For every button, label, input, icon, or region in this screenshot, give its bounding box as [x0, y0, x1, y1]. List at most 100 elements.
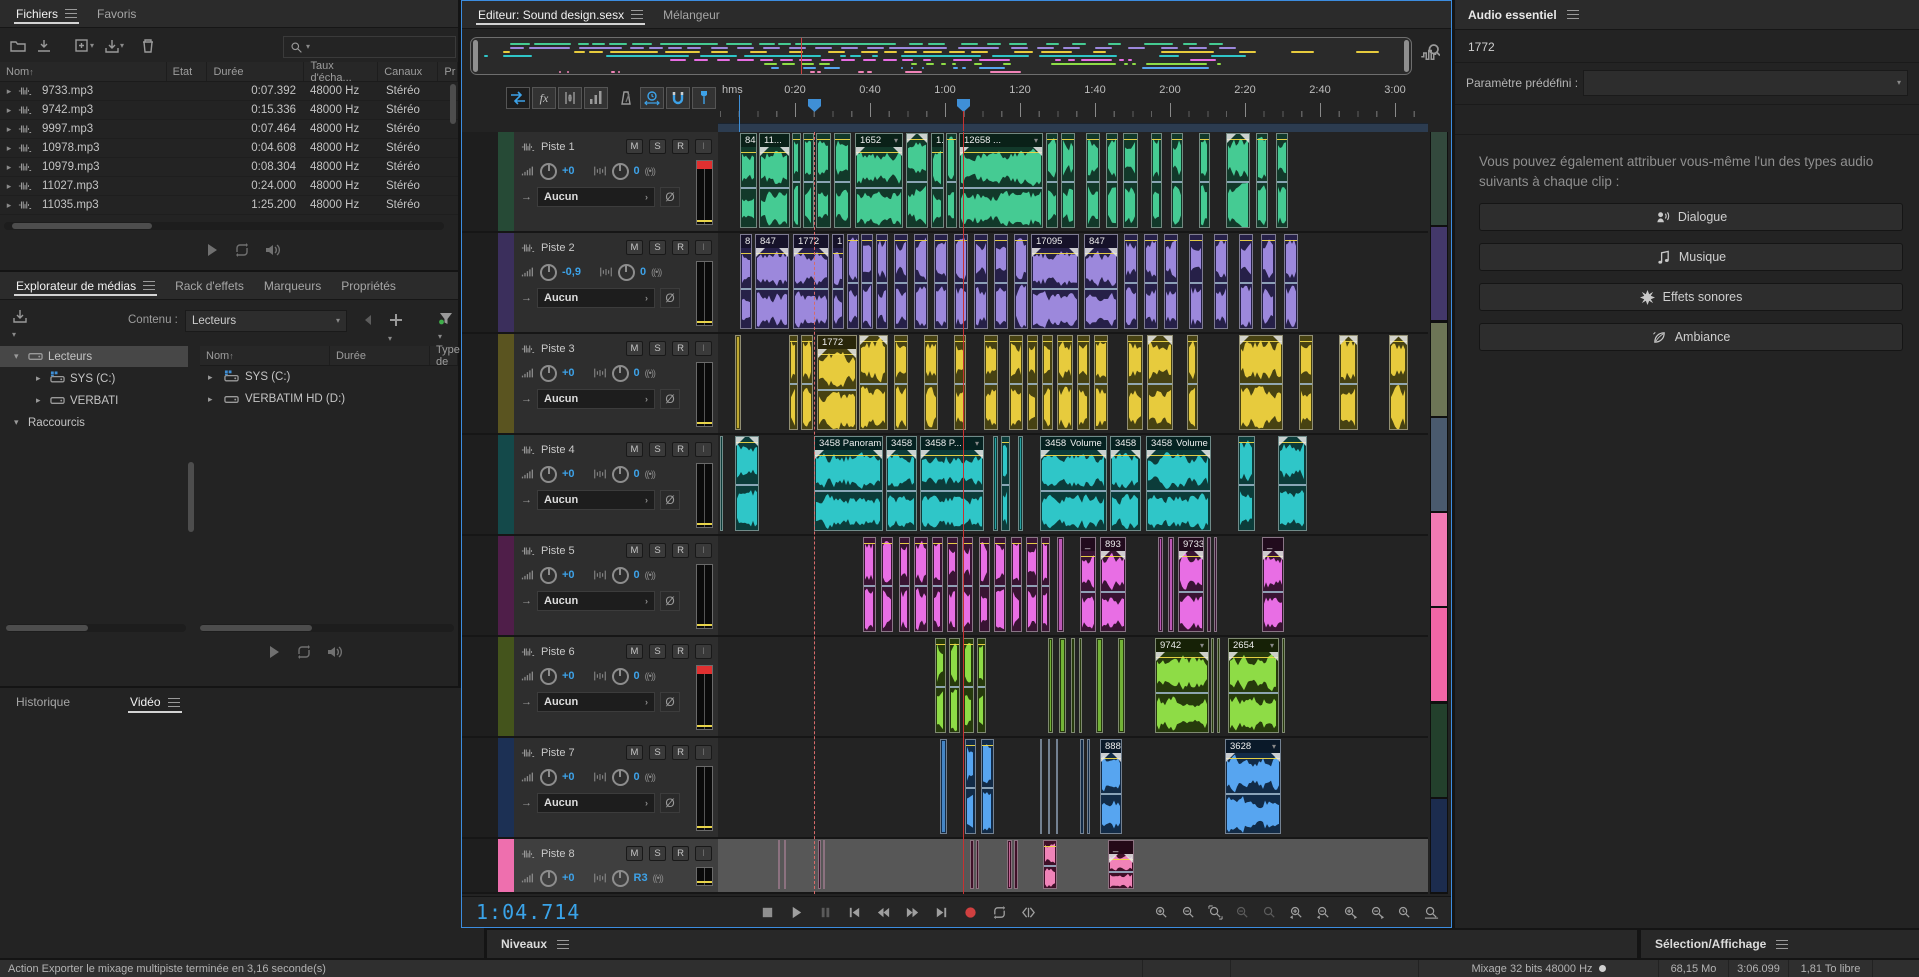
solo-button[interactable]: S [649, 139, 666, 154]
fade-in-handle[interactable] [818, 349, 827, 358]
audio-clip[interactable] [1299, 335, 1313, 430]
track-name[interactable]: Piste 5 [541, 545, 575, 557]
fade-out-handle[interactable] [907, 450, 916, 459]
audio-clip-9742[interactable]: 9742▾ [1155, 638, 1209, 733]
session-overview-navigator[interactable] [470, 37, 1412, 75]
audio-clip[interactable] [1001, 436, 1010, 531]
audio-type-effets-sonores-button[interactable]: Effets sonores [1479, 283, 1903, 311]
vscroll-segment[interactable] [1431, 799, 1447, 892]
audio-clip[interactable] [899, 537, 910, 632]
audio-clip[interactable] [823, 840, 825, 889]
column-header-dure[interactable]: Durée [330, 346, 430, 365]
fade-out-handle[interactable] [1273, 336, 1282, 345]
output-bus-select[interactable]: Aucun› [537, 490, 655, 510]
audio-clip[interactable] [1046, 133, 1058, 228]
track-lane-3[interactable]: 1772 [718, 334, 1428, 433]
audio-clip[interactable] [778, 840, 780, 889]
audio-clip[interactable] [1048, 638, 1053, 733]
pan-knob[interactable] [612, 567, 629, 584]
tab-video[interactable]: Vidéo [120, 688, 189, 716]
fade-in-handle[interactable] [856, 147, 865, 156]
audio-clip[interactable] [906, 133, 928, 228]
pan-knob[interactable] [612, 769, 629, 786]
monitor-input-icon[interactable]: ((•)) [645, 368, 655, 378]
solo-button[interactable]: S [649, 543, 666, 558]
go-to-end-button[interactable] [931, 903, 951, 921]
fade-in-handle[interactable] [760, 147, 769, 156]
audio-clip[interactable] [1043, 840, 1057, 889]
fast-forward-button[interactable] [902, 903, 922, 921]
file-row[interactable]: ▸ 9733.mp3 0:07.392 48000 Hz Stéréo [0, 82, 458, 101]
fade-in-handle[interactable] [794, 248, 803, 257]
speaker-icon[interactable] [264, 242, 280, 258]
audio-clip[interactable] [946, 133, 957, 228]
audio-clip[interactable] [1123, 133, 1138, 228]
phase-button[interactable]: Ø [660, 591, 680, 611]
solo-button[interactable]: S [649, 341, 666, 356]
snap-time-button[interactable] [640, 87, 664, 109]
audio-clip[interactable] [1048, 739, 1050, 834]
metering-button[interactable] [584, 87, 608, 109]
track-name[interactable]: Piste 6 [541, 646, 575, 658]
volume-knob[interactable] [540, 466, 557, 483]
input-monitor-button[interactable]: I [695, 139, 712, 154]
rewind-button[interactable] [873, 903, 893, 921]
audio-clip[interactable] [1238, 436, 1255, 531]
open-folder-icon[interactable] [10, 38, 26, 54]
audio-clip-3458Panorami[interactable]: 3458 Panorami...▾ [814, 436, 883, 531]
audio-clip[interactable] [1151, 133, 1162, 228]
record-arm-button[interactable]: R [672, 846, 689, 861]
audio-clip-888[interactable]: 888 [1100, 739, 1122, 834]
column-header-canaux[interactable]: Canaux [378, 62, 438, 81]
audio-clip[interactable] [1096, 638, 1103, 733]
audio-clip[interactable] [1144, 234, 1158, 329]
audio-clip[interactable] [834, 133, 851, 228]
audio-clip[interactable] [863, 537, 876, 632]
audio-clip[interactable] [1256, 133, 1268, 228]
audio-clip[interactable] [1011, 537, 1022, 632]
tree-chevron-icon[interactable]: ▸ [36, 373, 50, 384]
panel-menu-icon[interactable] [1567, 10, 1579, 19]
clip-menu-chevron-icon[interactable]: ▾ [894, 137, 898, 145]
trash-icon[interactable] [140, 38, 156, 54]
fade-out-handle[interactable] [1274, 551, 1283, 560]
fx-rack-button[interactable]: fx [532, 87, 556, 109]
monitor-input-icon[interactable]: ((•)) [645, 772, 655, 782]
audio-clip-2654[interactable]: 2654▾ [1228, 638, 1279, 733]
add-marker-button[interactable] [692, 87, 716, 109]
audio-clip[interactable] [894, 335, 908, 430]
filter-icon[interactable]: ▾ [438, 310, 454, 344]
audio-clip[interactable] [1018, 436, 1023, 531]
zoom-in-left-button[interactable] [1286, 903, 1306, 921]
audio-clip[interactable] [924, 335, 938, 430]
import-file-icon[interactable] [36, 38, 52, 54]
fade-out-handle[interactable] [873, 450, 882, 459]
audio-clip[interactable] [1026, 537, 1038, 632]
input-monitor-button[interactable]: I [695, 240, 712, 255]
file-row[interactable]: ▸ 9997.mp3 0:07.464 48000 Hz Stéréo [0, 120, 458, 139]
audio-clip[interactable] [1164, 234, 1178, 329]
mute-button[interactable]: M [626, 644, 643, 659]
audio-clip[interactable] [1239, 234, 1253, 329]
tree-item-verbati[interactable]: ▸VERBATI [0, 390, 188, 411]
audio-clip[interactable] [735, 335, 741, 430]
audio-clip[interactable] [934, 234, 948, 329]
expand-chevron-icon[interactable]: ▸ [0, 200, 18, 211]
audio-clip[interactable] [977, 638, 986, 733]
solo-button[interactable]: S [649, 644, 666, 659]
audio-clip[interactable] [984, 335, 998, 430]
audio-clip[interactable] [1009, 335, 1023, 430]
fade-out-handle[interactable] [878, 336, 887, 345]
audio-type-dialogue-button[interactable]: Dialogue [1479, 203, 1903, 231]
loop-playback-button[interactable] [989, 903, 1009, 921]
tab-favoris[interactable]: Favoris [87, 0, 146, 27]
audio-clip-3458[interactable]: 3458 [886, 436, 917, 531]
expand-chevron-icon[interactable]: ▸ [0, 105, 18, 116]
fade-out-handle[interactable] [1271, 753, 1280, 762]
pan-knob[interactable] [612, 365, 629, 382]
audio-clip[interactable] [792, 133, 801, 228]
track-lane-5[interactable]: _ 893 9733 _ [718, 536, 1428, 635]
fade-out-handle[interactable] [1131, 450, 1140, 459]
expand-chevron-icon[interactable]: ▸ [0, 86, 18, 97]
fade-in-handle[interactable] [1041, 450, 1050, 459]
